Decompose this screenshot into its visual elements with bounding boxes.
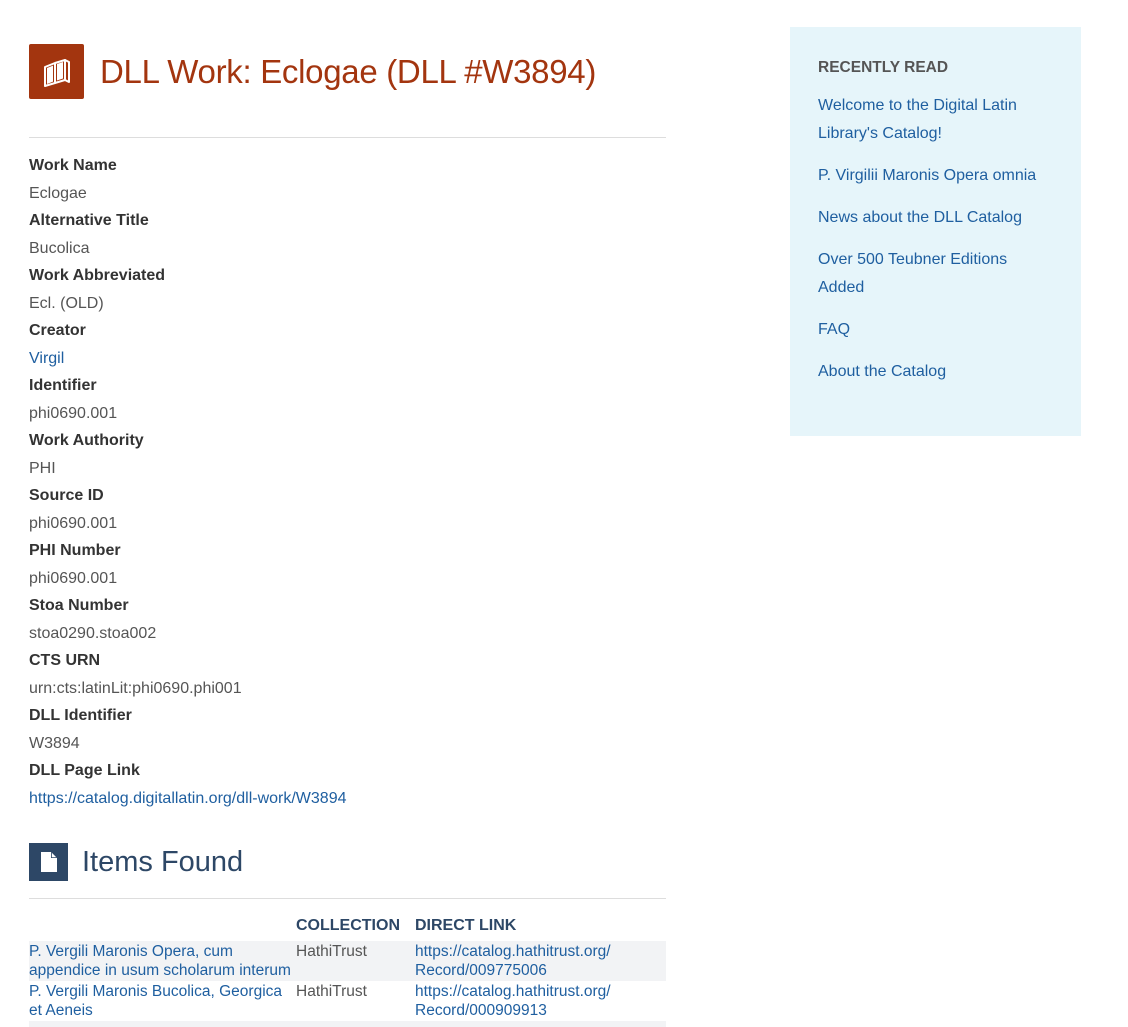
recent-link-welcome[interactable]: Welcome to the Digital Latin Library's C… bbox=[818, 97, 1017, 142]
field-value: phi0690.001 bbox=[29, 515, 118, 532]
table-row: P. Vergili Maronis Bucolica, Georgica et … bbox=[29, 981, 666, 1021]
item-link-line: Record/000909913 bbox=[415, 1002, 547, 1019]
field-label: Identifier bbox=[29, 377, 97, 394]
list-item: Welcome to the Digital Latin Library's C… bbox=[818, 92, 1053, 148]
field-value-wrapper: https://catalog.digitallatin.org/dll-wor… bbox=[29, 785, 666, 812]
item-collection: HathiTrust bbox=[296, 941, 415, 981]
item-title-link[interactable]: P. Vergili Maronis Bucolica, Georgica et … bbox=[29, 983, 282, 1019]
field-label: Alternative Title bbox=[29, 212, 149, 229]
item-link-cell: https://catalog.hathitrust.org/Record/00… bbox=[415, 941, 666, 981]
column-header-title bbox=[29, 910, 296, 941]
document-icon bbox=[29, 843, 68, 881]
field-value: Bucolica bbox=[29, 240, 90, 257]
field-label: DLL Page Link bbox=[29, 762, 140, 779]
item-title-cell: P. Vergili Maronis Opera, cum appendice i… bbox=[29, 941, 296, 981]
field-work-name: Work Name Eclogae bbox=[29, 152, 666, 207]
field-creator: Creator Virgil bbox=[29, 317, 666, 372]
field-phi-number: PHI Number phi0690.001 bbox=[29, 537, 666, 592]
recent-link-faq[interactable]: FAQ bbox=[818, 321, 850, 338]
list-item: FAQ bbox=[818, 316, 1053, 344]
list-item: P. Virgilii Maronis Opera omnia bbox=[818, 162, 1053, 190]
items-divider bbox=[29, 898, 666, 899]
item-title-line: appendice in usum scholarum interum bbox=[29, 962, 291, 979]
field-value: stoa0290.stoa002 bbox=[29, 625, 157, 642]
item-title-link[interactable]: P. Vergili Maronis Opera, cum appendice i… bbox=[29, 943, 291, 979]
item-direct-link[interactable]: https://catalog.hathitrust.org/Record/00… bbox=[415, 943, 611, 979]
field-label: DLL Identifier bbox=[29, 707, 132, 724]
field-work-abbreviated: Work Abbreviated Ecl. (OLD) bbox=[29, 262, 666, 317]
field-label: PHI Number bbox=[29, 542, 121, 559]
field-value-wrapper: Virgil bbox=[29, 345, 666, 372]
column-header-direct-link: DIRECT LINK bbox=[415, 916, 517, 934]
field-value: urn:cts:latinLit:phi0690.phi001 bbox=[29, 680, 242, 697]
item-collection: HathiTrust bbox=[296, 983, 367, 1000]
recently-read-sidebar: RECENTLY READ Welcome to the Digital Lat… bbox=[790, 27, 1081, 436]
field-value: W3894 bbox=[29, 735, 80, 752]
list-item: About the Catalog bbox=[818, 358, 1053, 386]
field-dll-page-link: DLL Page Link https://catalog.digitallat… bbox=[29, 757, 666, 812]
recent-link-news[interactable]: News about the DLL Catalog bbox=[818, 209, 1022, 226]
field-identifier: Identifier phi0690.001 bbox=[29, 372, 666, 427]
item-title-cell: P. Vergili Maronis Bucolica, Georgica et … bbox=[29, 981, 296, 1021]
item-title-line: P. Vergili Maronis Bucolica, Georgica bbox=[29, 983, 283, 1000]
field-value: phi0690.001 bbox=[29, 405, 118, 422]
field-work-authority: Work Authority PHI bbox=[29, 427, 666, 482]
title-divider bbox=[29, 137, 666, 138]
recently-read-list: Welcome to the Digital Latin Library's C… bbox=[818, 92, 1053, 386]
field-dll-identifier: DLL Identifier W3894 bbox=[29, 702, 666, 757]
item-title-cell bbox=[29, 1021, 296, 1027]
creator-link[interactable]: Virgil bbox=[29, 350, 64, 367]
item-link-cell: https://catalog.hathitrust.org/Record/00… bbox=[415, 981, 666, 1021]
field-label: Stoa Number bbox=[29, 597, 129, 614]
items-table: COLLECTION DIRECT LINK P. Vergili Maroni… bbox=[29, 910, 666, 1027]
item-direct-link[interactable]: https://catalog.hathitrust.org/Record/00… bbox=[415, 983, 611, 1019]
books-icon bbox=[29, 44, 84, 99]
field-value: phi0690.001 bbox=[29, 570, 118, 587]
field-label: Source ID bbox=[29, 487, 104, 504]
item-link-line: https://catalog.hathitrust.org/ bbox=[415, 983, 611, 1000]
field-label: Work Abbreviated bbox=[29, 267, 166, 284]
item-link-cell bbox=[415, 1021, 666, 1027]
column-header-collection: COLLECTION bbox=[296, 916, 400, 934]
page-title: DLL Work: Eclogae (DLL #W3894) bbox=[100, 52, 597, 90]
field-label: Work Authority bbox=[29, 432, 144, 449]
field-cts-urn: CTS URN urn:cts:latinLit:phi0690.phi001 bbox=[29, 647, 666, 702]
field-value: Ecl. (OLD) bbox=[29, 295, 104, 312]
field-label: CTS URN bbox=[29, 652, 101, 669]
table-header-row: COLLECTION DIRECT LINK bbox=[29, 910, 666, 941]
page-header: DLL Work: Eclogae (DLL #W3894) bbox=[29, 44, 596, 99]
field-value: PHI bbox=[29, 460, 56, 477]
item-link-line: https://catalog.hathitrust.org/ bbox=[415, 943, 611, 960]
table-row: P. Vergili Maronis Opera, cum appendice i… bbox=[29, 941, 666, 981]
list-item: Over 500 Teubner Editions Added bbox=[818, 246, 1053, 302]
list-item: News about the DLL Catalog bbox=[818, 204, 1053, 232]
field-source-id: Source ID phi0690.001 bbox=[29, 482, 666, 537]
sidebar-title: RECENTLY READ bbox=[818, 59, 949, 76]
item-link-line: Record/009775006 bbox=[415, 962, 547, 979]
recent-link-about[interactable]: About the Catalog bbox=[818, 363, 946, 380]
item-title-line: P. Vergili Maronis Opera, cum bbox=[29, 943, 233, 960]
field-label: Work Name bbox=[29, 157, 117, 174]
item-title-line: et Aeneis bbox=[29, 1002, 93, 1019]
dll-page-link[interactable]: https://catalog.digitallatin.org/dll-wor… bbox=[29, 790, 347, 807]
field-alternative-title: Alternative Title Bucolica bbox=[29, 207, 666, 262]
recent-link-opera-omnia[interactable]: P. Virgilii Maronis Opera omnia bbox=[818, 167, 1036, 184]
field-value: Eclogae bbox=[29, 185, 87, 202]
field-label: Creator bbox=[29, 322, 86, 339]
work-details: Work Name Eclogae Alternative Title Buco… bbox=[29, 152, 666, 812]
recent-link-teubner[interactable]: Over 500 Teubner Editions Added bbox=[818, 251, 1007, 296]
items-found-title: Items Found bbox=[82, 845, 244, 878]
item-collection bbox=[296, 1021, 415, 1027]
table-row-partial bbox=[29, 1021, 666, 1027]
field-stoa-number: Stoa Number stoa0290.stoa002 bbox=[29, 592, 666, 647]
items-found-header: Items Found bbox=[29, 843, 243, 881]
